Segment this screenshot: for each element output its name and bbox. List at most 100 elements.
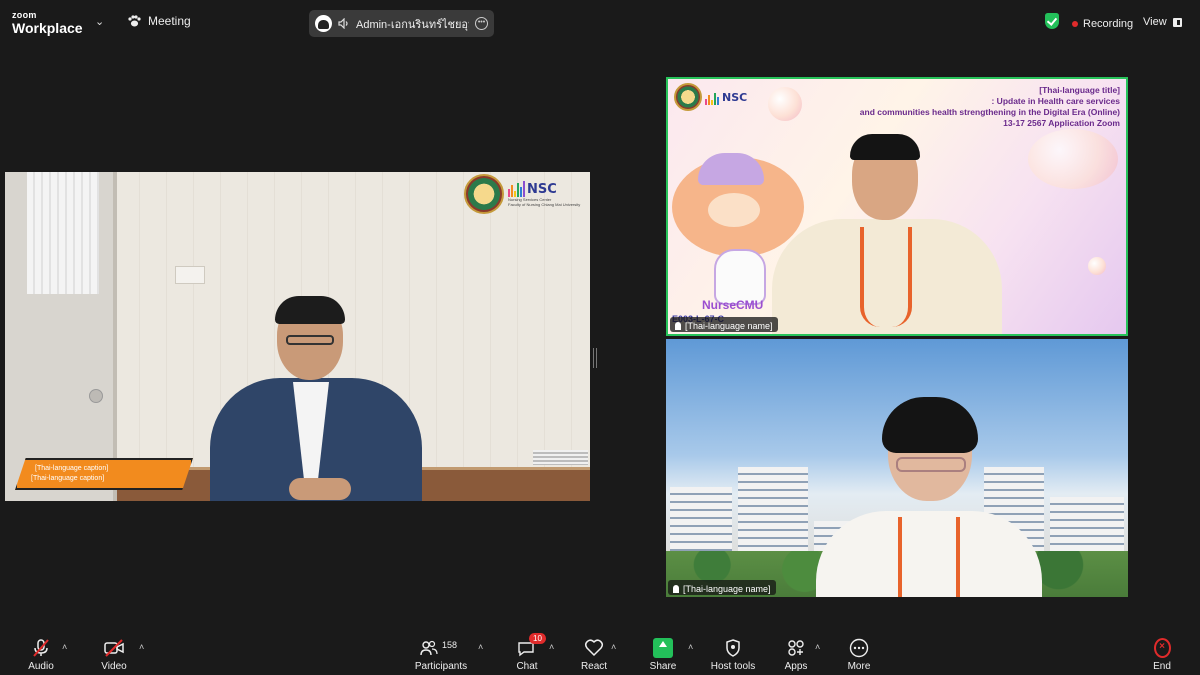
pin-icon	[675, 321, 681, 330]
react-button[interactable]: React	[579, 638, 609, 672]
chevron-down-icon[interactable]: ⌄	[95, 15, 104, 28]
decor-bubble	[768, 87, 802, 121]
title-line-3: and communities health strengthening in …	[859, 107, 1120, 117]
participants-count: 158	[442, 640, 458, 650]
react-options-caret[interactable]: ˄	[611, 642, 616, 652]
air-vent	[533, 450, 588, 465]
video-button[interactable]: Video	[98, 638, 130, 672]
video-tile-participant[interactable]: [Thai-language name]	[666, 339, 1128, 597]
participants-options-caret[interactable]: ˄	[478, 642, 483, 652]
apps-button[interactable]: Apps	[782, 638, 810, 672]
nsc-brand: NSC Nursing Services Center Faculty of N…	[508, 181, 580, 207]
shared-screen-speaker-video: NSC Nursing Services Center Faculty of N…	[5, 172, 590, 501]
chat-options-caret[interactable]: ˄	[549, 642, 554, 652]
more-button[interactable]: More	[845, 638, 873, 672]
view-button[interactable]: View	[1143, 16, 1182, 28]
zoom-logo: zoom Workplace	[12, 10, 83, 36]
speaker-hair	[275, 296, 345, 324]
mascot-face	[708, 193, 760, 227]
lanyard	[898, 517, 960, 597]
decor-bubble	[1088, 257, 1106, 275]
tile-logo: NSC	[674, 83, 747, 111]
screen-share-indicator[interactable]: Admin-เอกนรินทร์ไชยอุมิ's scr •••	[309, 10, 494, 37]
view-label: View	[1143, 16, 1167, 28]
participant-hair	[850, 134, 920, 160]
paw-icon	[128, 15, 141, 27]
host-tools-label: Host tools	[710, 661, 756, 672]
participants-button[interactable]: 158 Participants	[414, 638, 468, 672]
title-line-2: : Update in Health care services	[991, 96, 1120, 106]
top-bar: zoom Workplace ⌄ Meeting Admin-เอกนรินทร…	[0, 0, 1200, 42]
end-meeting-button[interactable]: × End	[1149, 638, 1175, 672]
apps-options-caret[interactable]: ˄	[815, 642, 820, 652]
recording-dot	[1072, 21, 1078, 27]
shield-check-icon[interactable]	[1045, 13, 1059, 29]
react-label: React	[580, 661, 608, 672]
video-off-icon	[104, 639, 124, 657]
lanyard	[860, 227, 912, 327]
title-line-4: 13-17 2567 Application Zoom	[1003, 118, 1120, 128]
nsc-bars-icon	[508, 181, 525, 197]
chat-button[interactable]: 10 Chat	[514, 633, 546, 672]
pin-icon	[673, 584, 679, 593]
curtain	[27, 172, 99, 294]
meeting-label: Meeting	[148, 14, 191, 28]
audio-options-caret[interactable]: ˄	[62, 642, 67, 652]
share-arrow-icon	[653, 638, 673, 658]
more-dots-icon	[849, 638, 869, 658]
host-shield-icon	[726, 639, 740, 657]
decor-bubble	[1028, 129, 1118, 189]
nsc-logo: NSC Nursing Services Center Faculty of N…	[464, 174, 580, 214]
mascot-label: NurseCMU	[702, 298, 764, 312]
meeting-button[interactable]: Meeting	[127, 14, 191, 28]
mascot-body	[714, 249, 766, 305]
recording-label: Recording	[1083, 18, 1134, 30]
brand-top: zoom	[12, 10, 37, 20]
end-icon: ×	[1153, 638, 1171, 658]
host-tools-button[interactable]: Host tools	[709, 638, 757, 672]
speaker-glasses	[286, 335, 334, 345]
participants-label: Participants	[414, 661, 468, 672]
lower-third-line-2: [Thai-language caption]	[31, 475, 105, 482]
end-label: End	[1153, 661, 1171, 672]
heart-icon	[584, 639, 604, 657]
university-seal-icon	[674, 83, 702, 111]
chat-badge: 10	[529, 633, 546, 644]
share-button[interactable]: Share	[648, 638, 678, 672]
share-options-caret[interactable]: ˄	[688, 642, 693, 652]
brand-bottom: Workplace	[12, 20, 83, 36]
more-label: More	[847, 661, 871, 672]
recording-indicator[interactable]: Recording	[1072, 18, 1133, 30]
speaker-hands	[289, 478, 351, 500]
more-icon[interactable]: •••	[475, 17, 488, 30]
sharer-avatar	[315, 15, 332, 32]
lower-third-line-1: [Thai-language caption]	[35, 465, 109, 472]
view-icon	[1172, 17, 1182, 27]
chat-icon-wrap: 10	[516, 633, 546, 658]
audio-label: Audio	[28, 661, 54, 672]
participant-glasses	[896, 457, 966, 472]
participant-name-tag: [Thai-language name]	[668, 580, 776, 595]
nsc-bars-icon	[705, 89, 719, 105]
speaker-icon	[338, 18, 348, 29]
participants-icon-wrap: 158	[416, 638, 466, 658]
university-seal-icon	[464, 174, 504, 214]
light-switch	[175, 266, 205, 284]
nsc-subtitle-2: Faculty of Nursing Chiang Mai University	[508, 202, 581, 207]
video-label: Video	[101, 661, 127, 672]
audio-button[interactable]: Audio	[24, 638, 58, 672]
share-label: Admin-เอกนรินทร์ไชยอุมิ's scr	[356, 18, 469, 31]
video-options-caret[interactable]: ˄	[139, 642, 144, 652]
door-knob	[89, 389, 103, 403]
resize-handle[interactable]	[593, 348, 597, 368]
participant-hair	[882, 397, 978, 453]
title-line-1: [Thai-language title]	[1039, 85, 1120, 95]
meeting-toolbar: Audio ˄ Video ˄ 158 Participants ˄ 10 Ch…	[0, 630, 1200, 675]
share-label: Share	[649, 661, 677, 672]
video-tile-active-speaker[interactable]: NSC [Thai-language title] : Update in He…	[666, 77, 1128, 336]
apps-label: Apps	[784, 661, 808, 672]
participants-icon	[420, 640, 438, 656]
apps-icon	[788, 640, 804, 656]
mic-off-icon	[33, 639, 49, 657]
chat-label: Chat	[516, 661, 538, 672]
